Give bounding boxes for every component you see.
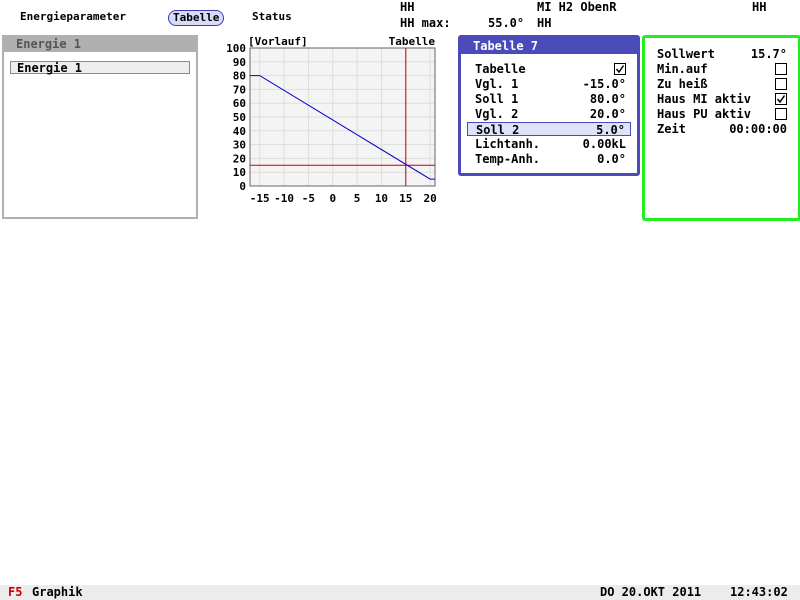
- energie-panel: Energie 1 Energie 1: [2, 35, 198, 219]
- sollwert-checkbox[interactable]: [775, 93, 787, 105]
- tab-status[interactable]: Status: [252, 10, 292, 24]
- chart-y-tick-label: 70: [233, 83, 246, 96]
- chart-x-tick-label: 0: [329, 192, 336, 205]
- chart-title-right: Tabelle: [389, 36, 436, 48]
- chart-x-tick-label: 10: [375, 192, 388, 205]
- chart-y-tick-label: 40: [233, 125, 246, 138]
- sollwert-checkbox[interactable]: [775, 78, 787, 90]
- tabelle-row[interactable]: Vgl. 2 20.0°: [467, 107, 631, 121]
- vorlauf-chart: [Vorlauf] Tabelle 0 10 20 30 40 50 60 70 80 90 100 -1…: [220, 35, 440, 208]
- tabelle-row[interactable]: Lichtanh. 0.00kL: [467, 137, 631, 151]
- chart-y-tick-label: 50: [233, 111, 246, 124]
- tabelle-row-label: Tabelle: [475, 62, 526, 76]
- chart-x-tick-label: 15: [399, 192, 412, 205]
- sollwert-row[interactable]: Haus MI aktiv: [657, 92, 787, 106]
- tabelle-panel: Tabelle 7 Tabelle Vgl. 1 -15.0° Soll 1 80.0°…: [458, 35, 640, 176]
- tabelle-row-value: 0.00kL: [582, 137, 626, 151]
- sollwert-row-label: Haus MI aktiv: [657, 92, 751, 106]
- tabelle-row[interactable]: Vgl. 1 -15.0°: [467, 77, 631, 91]
- chart-x-tick-label: 20: [424, 192, 437, 205]
- sollwert-checkbox[interactable]: [775, 108, 787, 120]
- chart-y-tick-label: 60: [233, 97, 246, 110]
- chart-y-tick-label: 90: [233, 56, 246, 69]
- footer-date: DO 20.OKT 2011: [600, 585, 702, 599]
- tab-energieparameter[interactable]: Energieparameter: [20, 10, 126, 24]
- footer-bar: F5 Graphik DO 20.OKT 2011 12:43:02: [0, 585, 800, 600]
- tabelle-row-label: Lichtanh.: [475, 137, 541, 151]
- status-location: MI H2 ObenR: [537, 0, 617, 14]
- sollwert-panel: Sollwert 15.7° Min.auf Zu heiß Haus MI aktiv…: [642, 35, 800, 221]
- status-hh-max-value: 55.0°: [488, 16, 525, 30]
- tabelle-row-label: Soll 2: [476, 123, 520, 137]
- sollwert-row-label: Zu heiß: [657, 77, 708, 91]
- sollwert-row-value: 00:00:00: [729, 122, 787, 136]
- energie-panel-title: Energie 1: [4, 37, 196, 52]
- tabelle-row[interactable]: Tabelle: [467, 62, 631, 76]
- chart-x-tick-label: 5: [354, 192, 361, 205]
- sollwert-row[interactable]: Zu heiß: [657, 77, 787, 91]
- status-hh-left: HH: [400, 0, 415, 14]
- sollwert-row-value: 15.7°: [750, 47, 787, 61]
- chart-y-tick-label: 10: [233, 166, 246, 179]
- status-hh-max-label: HH max:: [400, 16, 451, 30]
- tabelle-row-label: Soll 1: [475, 92, 519, 106]
- status-hh-unit: HH: [537, 16, 552, 30]
- function-key-label[interactable]: F5: [8, 585, 22, 600]
- sollwert-row[interactable]: Min.auf: [657, 62, 787, 76]
- tabelle-row-value: 20.0°: [589, 107, 626, 121]
- sollwert-row: Zeit 00:00:00: [657, 122, 787, 136]
- sollwert-row[interactable]: Haus PU aktiv: [657, 107, 787, 121]
- sollwert-checkbox[interactable]: [775, 63, 787, 75]
- chart-svg: [Vorlauf] Tabelle0102030405060708090100-1…: [226, 35, 437, 205]
- sollwert-row-label: Haus PU aktiv: [657, 107, 751, 121]
- tabelle-checkbox[interactable]: [614, 63, 626, 75]
- tabelle-row[interactable]: Soll 1 80.0°: [467, 92, 631, 106]
- energie-list-item[interactable]: Energie 1: [10, 61, 190, 75]
- status-hh-right: HH: [752, 0, 767, 14]
- sollwert-row: Sollwert 15.7°: [657, 47, 787, 61]
- tabelle-row-value: -15.0°: [582, 77, 626, 91]
- tabelle-row[interactable]: Temp-Anh. 0.0°: [467, 152, 631, 166]
- checkmark-icon: [615, 65, 625, 74]
- tabelle-row-label: Vgl. 2: [475, 107, 519, 121]
- tabelle-row-value: 5.0°: [596, 123, 625, 137]
- tabelle-row-label: Vgl. 1: [475, 77, 519, 91]
- sollwert-row-label: Min.auf: [657, 62, 708, 76]
- chart-x-tick-label: -15: [250, 192, 270, 205]
- chart-title-left: [Vorlauf]: [248, 36, 308, 48]
- chart-y-tick-label: 20: [233, 152, 246, 165]
- chart-y-tick-label: 80: [233, 70, 246, 83]
- function-key-action[interactable]: Graphik: [32, 585, 83, 600]
- chart-y-tick-label: 100: [226, 42, 246, 55]
- sollwert-row-label: Zeit: [657, 122, 686, 136]
- tabelle-row-label: Temp-Anh.: [475, 152, 541, 166]
- chart-y-tick-label: 0: [239, 180, 246, 193]
- footer-time: 12:43:02: [730, 585, 788, 599]
- tabelle-row[interactable]: Soll 2 5.0°: [467, 122, 631, 137]
- sollwert-row-label: Sollwert: [657, 47, 715, 61]
- chart-x-tick-label: -10: [274, 192, 294, 205]
- tabelle-row-value: 0.0°: [597, 152, 626, 166]
- tab-tabelle[interactable]: Tabelle: [168, 10, 225, 26]
- checkmark-icon: [776, 95, 786, 104]
- tabelle-row-value: 80.0°: [589, 92, 626, 106]
- chart-x-tick-label: -5: [302, 192, 315, 205]
- chart-y-tick-label: 30: [233, 139, 246, 152]
- tabelle-panel-title: Tabelle 7: [461, 38, 637, 54]
